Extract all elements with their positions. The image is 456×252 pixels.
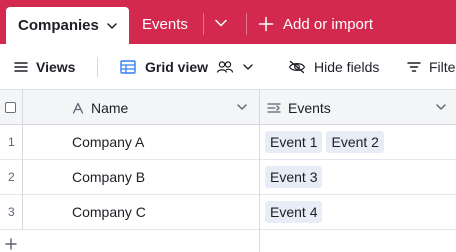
column-header-name[interactable]: Name <box>72 90 128 125</box>
chevron-down-icon[interactable] <box>106 20 118 32</box>
row-number: 3 <box>8 205 15 219</box>
cell-name[interactable]: Company A <box>72 125 144 159</box>
row-number: 2 <box>8 170 15 184</box>
tab-companies-label: Companies <box>18 17 99 34</box>
event-chip[interactable]: Event 1 <box>265 131 323 153</box>
hamburger-icon <box>14 62 28 72</box>
chevron-down-icon <box>243 64 253 70</box>
add-record-row[interactable] <box>0 230 456 252</box>
table-row[interactable]: 1 Company A Event 1 Event 2 <box>0 125 456 160</box>
chevron-down-icon[interactable] <box>435 102 447 112</box>
tab-divider <box>246 13 247 35</box>
chevron-down-icon[interactable] <box>236 102 248 112</box>
column-header-events-label: Events <box>288 99 331 116</box>
event-chip[interactable]: Event 2 <box>326 131 384 153</box>
tab-events[interactable]: Events <box>142 12 188 36</box>
cell-events[interactable]: Event 3 <box>265 166 323 188</box>
grid-header-row: Name Events <box>0 90 456 125</box>
views-button[interactable]: Views <box>14 44 75 90</box>
select-all-checkbox[interactable] <box>5 102 16 113</box>
column-header-name-label: Name <box>91 99 129 116</box>
toolbar-divider <box>97 57 98 77</box>
tab-divider <box>203 13 204 35</box>
table-row[interactable]: 3 Company C Event 4 <box>0 195 456 230</box>
text-field-icon <box>72 102 84 114</box>
grid-view-label: Grid view <box>145 59 209 75</box>
plus-icon <box>258 16 274 32</box>
hide-fields-button[interactable]: Hide fields <box>288 44 379 90</box>
column-divider[interactable] <box>259 90 260 252</box>
event-chip[interactable]: Event 4 <box>265 201 323 223</box>
view-toolbar: Views Grid view Hide fields Filte <box>0 44 456 90</box>
cell-name[interactable]: Company B <box>72 160 145 194</box>
filter-icon <box>407 62 421 72</box>
row-number: 1 <box>8 135 15 149</box>
grid-view-icon <box>120 60 136 74</box>
eye-off-icon <box>288 60 306 74</box>
hide-fields-label: Hide fields <box>314 59 380 75</box>
event-chip[interactable]: Event 3 <box>265 166 323 188</box>
tables-dropdown-button[interactable] <box>212 16 230 30</box>
collaborators-icon <box>216 61 234 73</box>
linked-record-icon <box>267 102 281 113</box>
table-row[interactable]: 2 Company B Event 3 <box>0 160 456 195</box>
add-or-import-button[interactable]: Add or import <box>258 12 373 36</box>
chevron-down-icon <box>215 19 227 27</box>
grid-view-button[interactable]: Grid view <box>120 44 254 90</box>
tab-companies[interactable]: Companies <box>6 7 129 44</box>
add-or-import-label: Add or import <box>283 15 374 33</box>
cell-events[interactable]: Event 4 <box>265 201 323 223</box>
table-tab-bar: Companies Events Add or import <box>0 0 456 44</box>
filter-label: Filte <box>429 59 456 75</box>
filter-button[interactable]: Filte <box>407 44 455 90</box>
views-label: Views <box>36 59 76 75</box>
cell-name[interactable]: Company C <box>72 195 146 229</box>
column-header-events[interactable]: Events <box>267 90 331 125</box>
plus-icon <box>5 238 17 250</box>
records-grid: Name Events 1 Company A Event 1 Event 2 … <box>0 90 456 252</box>
column-divider <box>22 90 23 230</box>
tab-events-label: Events <box>142 15 188 33</box>
cell-events[interactable]: Event 1 Event 2 <box>265 131 384 153</box>
